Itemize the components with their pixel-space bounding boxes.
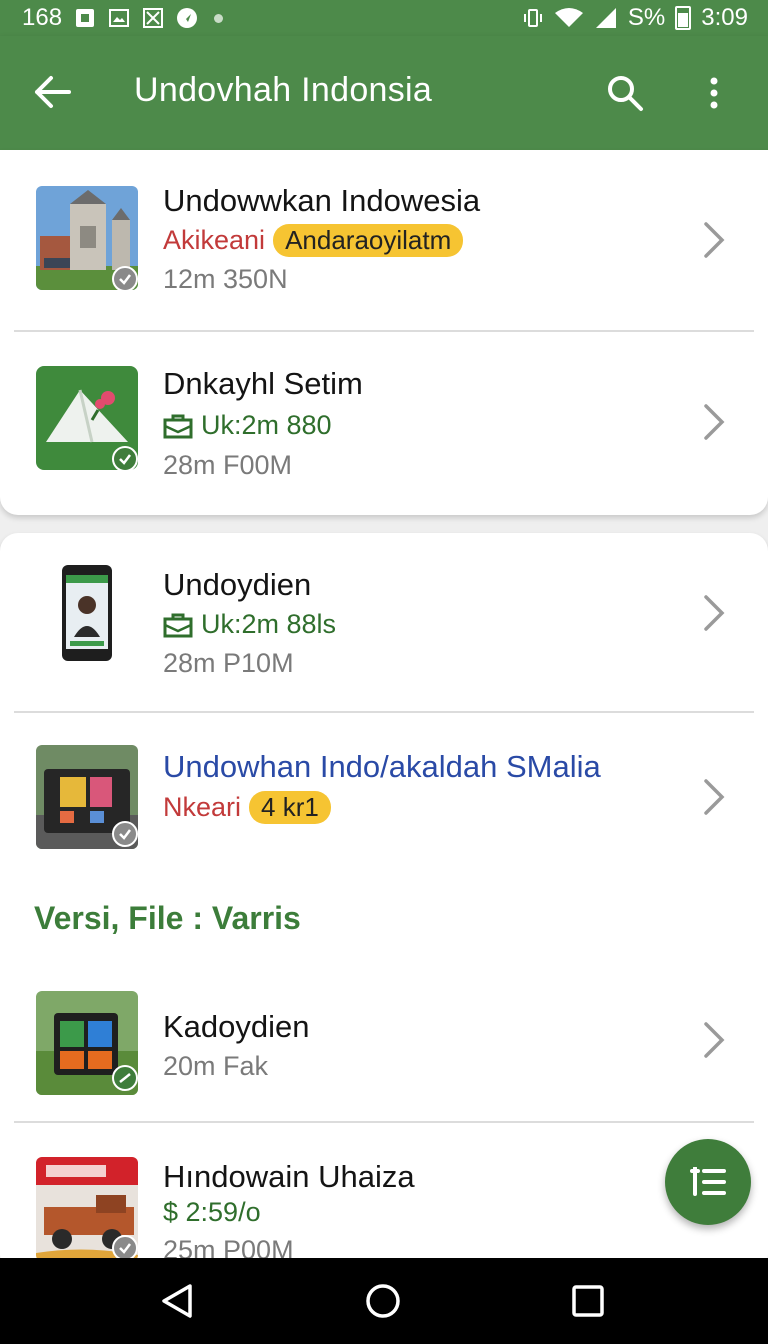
battery-percent: S% <box>627 4 666 31</box>
phone-image-icon <box>36 563 138 667</box>
back-arrow-icon <box>35 76 71 108</box>
item-subtitle-text: Nkeari <box>163 792 242 822</box>
item-thumbnail <box>36 991 138 1095</box>
item-meta: 28m F00M <box>163 450 293 480</box>
nav-back-button[interactable] <box>152 1276 202 1326</box>
item-title: Undoydien <box>163 567 312 602</box>
navigation-notification-icon <box>177 8 198 28</box>
list-item[interactable]: Undowhan Indo/akaldah SMalia Nkeari 4 kr… <box>0 713 768 883</box>
item-title: Undowhan Indo/akaldah SMalia <box>163 749 601 784</box>
item-title: Dnkayhl Setim <box>163 366 363 401</box>
item-thumbnail <box>36 366 138 470</box>
item-subtitle-text: Uk:2m 880 <box>201 410 332 440</box>
app-bar: Undovhah Indonsia <box>0 36 768 150</box>
item-subtitle: Uk:2m 88ls <box>163 609 336 640</box>
nav-home-icon <box>366 1284 400 1318</box>
nav-home-button[interactable] <box>358 1276 408 1326</box>
chevron-right-icon <box>704 1022 725 1058</box>
status-time: 3:09 <box>701 4 748 31</box>
chevron-right-icon <box>704 595 725 631</box>
nav-back-icon <box>162 1284 192 1318</box>
sort-fab-button[interactable] <box>665 1139 751 1225</box>
check-badge-icon <box>112 1065 138 1091</box>
section-title: Versi, File : Varris <box>34 900 301 936</box>
check-badge-icon <box>112 821 138 847</box>
item-title: Kadoydien <box>163 1009 310 1044</box>
nav-recents-button[interactable] <box>563 1276 613 1326</box>
item-title: Undowwkan Indowesia <box>163 183 481 218</box>
item-meta: 20m Fak <box>163 1051 269 1081</box>
square-notification-icon <box>76 9 95 27</box>
list-item[interactable]: Hındowain Uhaiza $ 2:59/o 25m P00M <box>0 1123 768 1273</box>
item-price: $ 2:59/o <box>163 1197 261 1227</box>
item-subtitle: Akikeani Andaraoyilatm <box>163 224 464 257</box>
item-title: Hındowain Uhaiza <box>163 1159 415 1194</box>
item-badge: 4 kr1 <box>249 791 331 824</box>
search-button[interactable] <box>602 70 648 116</box>
image-notification-icon <box>109 9 130 27</box>
x-notification-icon <box>143 8 164 28</box>
status-right: S% 3:09 <box>522 4 748 32</box>
briefcase-icon <box>163 414 193 438</box>
item-thumbnail <box>36 1157 138 1261</box>
search-icon <box>608 76 643 111</box>
list-item[interactable]: Undowwkan Indowesia Akikeani Andaraoyila… <box>0 150 768 330</box>
check-badge-icon <box>112 266 138 290</box>
item-badge: Andaraoyilatm <box>273 224 464 257</box>
item-meta: 12m 350N <box>163 264 288 294</box>
list-item[interactable]: Dnkayhl Setim Uk:2m 880 28m F00M <box>0 332 768 512</box>
check-badge-icon <box>112 446 138 470</box>
sort-list-icon <box>690 1167 726 1196</box>
item-subtitle-text: Akikeani <box>163 225 266 255</box>
item-thumbnail <box>36 186 138 290</box>
status-left: 168 <box>22 4 224 32</box>
list-card-1: Undowwkan Indowesia Akikeani Andaraoyila… <box>0 150 768 515</box>
more-vert-icon <box>710 77 718 109</box>
vibrate-icon <box>523 9 542 27</box>
item-subtitle: Uk:2m 880 <box>163 410 332 441</box>
system-nav-bar <box>0 1258 768 1344</box>
page-title: Undovhah Indonsia <box>134 71 433 109</box>
nav-recents-icon <box>572 1285 604 1317</box>
item-subtitle-text: Uk:2m 88ls <box>201 609 337 639</box>
wifi-icon <box>554 8 583 27</box>
list-item[interactable]: Kadoydien 20m Fak <box>0 965 768 1121</box>
briefcase-icon <box>163 613 193 637</box>
signal-icon <box>595 8 616 28</box>
chevron-right-icon <box>704 222 725 258</box>
item-thumbnail <box>36 745 138 849</box>
item-meta: 28m P10M <box>163 648 294 678</box>
status-bar: 168 S% 3:09 <box>0 0 768 36</box>
chevron-right-icon <box>704 779 725 815</box>
item-subtitle: Nkeari 4 kr1 <box>163 791 331 824</box>
back-button[interactable] <box>30 70 76 114</box>
status-left-text: 168 <box>22 4 63 31</box>
item-thumbnail <box>36 563 138 667</box>
list-item[interactable]: Undoydien Uk:2m 88ls 28m P10M <box>0 533 768 711</box>
battery-icon <box>675 6 692 30</box>
dot-icon <box>214 13 224 23</box>
more-options-button[interactable] <box>694 70 734 116</box>
chevron-right-icon <box>704 404 725 440</box>
